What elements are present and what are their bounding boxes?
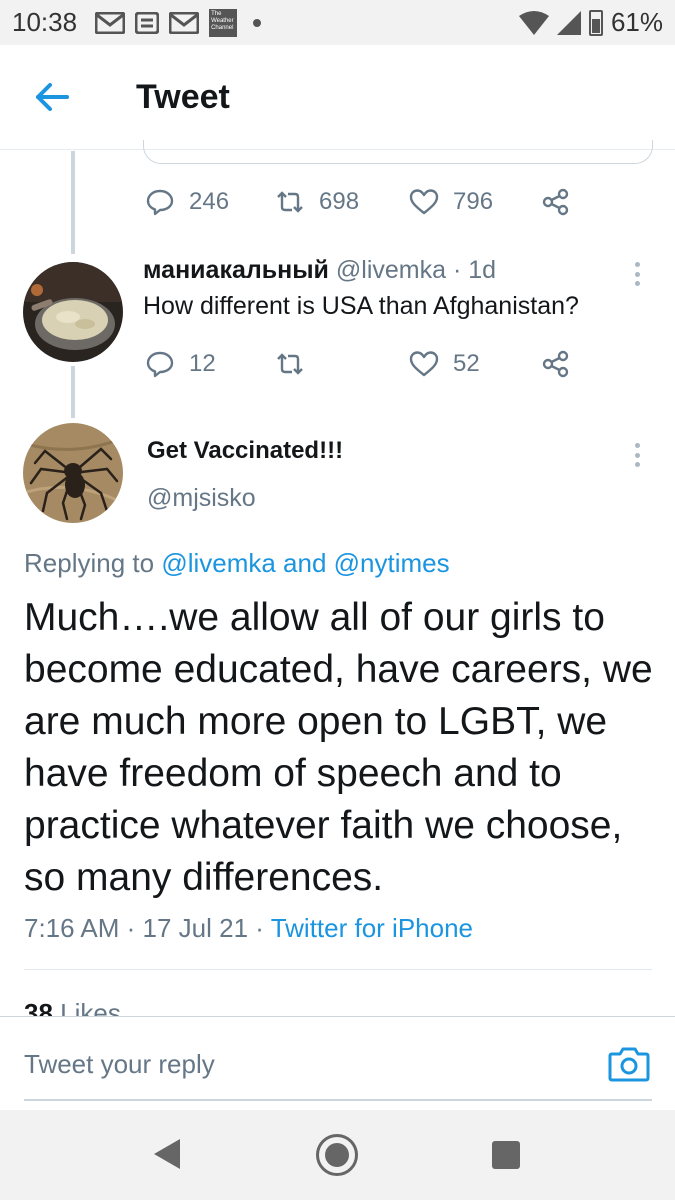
reply-action[interactable]: 12 (145, 344, 216, 384)
signal-icon (556, 10, 581, 35)
heart-icon (409, 189, 439, 215)
retweet-action[interactable] (275, 344, 305, 384)
thread-line (71, 151, 75, 254)
retweet-count: 698 (319, 188, 360, 215)
tweet-text: How different is USA than Afghanistan? (143, 292, 579, 320)
likes-summary[interactable]: 38 Likes (24, 998, 121, 1016)
gmail-icon (95, 11, 126, 34)
heart-icon (409, 351, 439, 377)
reply-icon (146, 189, 174, 216)
avatar[interactable] (23, 423, 123, 523)
spider-photo (23, 423, 123, 523)
tweet-meta: 7:16 AM · 17 Jul 21 · Twitter for iPhone (24, 913, 473, 944)
battery-icon (588, 9, 603, 36)
recents-square-icon[interactable] (492, 1141, 520, 1169)
parent-action-row: 246 698 796 (143, 182, 603, 222)
display-name[interactable]: Get Vaccinated!!! (147, 437, 343, 465)
display-name[interactable]: маниакальный (143, 256, 329, 284)
reply-icon (146, 351, 174, 378)
more-options-button[interactable] (627, 437, 647, 473)
food-pan-photo (23, 262, 123, 362)
user-handle[interactable]: @mjsisko (147, 484, 256, 513)
reply-action[interactable]: 246 (145, 182, 229, 222)
tweet-age: · 1d (452, 256, 497, 284)
back-button[interactable] (22, 67, 82, 127)
status-right: 61% (518, 0, 663, 45)
like-count: 52 (453, 350, 480, 377)
share-action[interactable] (541, 344, 571, 384)
reply-count: 246 (189, 188, 230, 215)
share-icon (542, 188, 569, 216)
tweet-date: · 17 Jul 21 · (126, 913, 264, 943)
reply-count: 12 (189, 350, 216, 377)
retweet-icon (277, 191, 303, 213)
camera-button[interactable] (608, 1045, 650, 1083)
news-icon (135, 11, 160, 34)
avatar[interactable] (23, 262, 123, 362)
notification-icons: The Weather Channel (95, 8, 262, 37)
like-action[interactable]: 52 (409, 344, 480, 384)
status-time: 10:38 (12, 7, 78, 37)
user-handle[interactable]: @livemka (336, 256, 446, 284)
retweet-action[interactable]: 698 (275, 182, 359, 222)
dot-icon (253, 18, 262, 27)
back-triangle-icon[interactable] (152, 1137, 182, 1171)
composer-underline (24, 1099, 652, 1101)
reply-header: маниакальный @livemka · 1d (143, 256, 496, 285)
share-action[interactable] (541, 182, 571, 222)
app-header: Tweet (0, 45, 675, 150)
retweet-icon (277, 353, 303, 375)
home-circle-icon[interactable] (316, 1134, 358, 1176)
more-options-button[interactable] (627, 256, 647, 292)
gmail-icon (169, 11, 200, 34)
camera-icon (608, 1047, 650, 1082)
arrow-left-icon (36, 83, 69, 111)
thread-line (71, 366, 75, 418)
reply-input[interactable]: Tweet your reply (24, 1049, 215, 1080)
likes-label: Likes (60, 998, 121, 1016)
system-nav-bar (0, 1110, 675, 1200)
likes-count: 38 (24, 998, 53, 1016)
replying-to-links[interactable]: @livemka and @nytimes (161, 548, 449, 578)
divider (24, 969, 652, 970)
battery-percent: 61% (610, 7, 663, 37)
like-count: 796 (453, 188, 494, 215)
tweet-time: 7:16 AM (24, 913, 120, 943)
reply-composer[interactable]: Tweet your reply (0, 1016, 675, 1110)
weather-channel-icon: The Weather Channel (209, 8, 238, 37)
quoted-card-stub[interactable] (143, 140, 653, 164)
page-title: Tweet (136, 77, 230, 116)
replying-to: Replying to @livemka and @nytimes (24, 548, 450, 579)
status-bar: 10:38 The Weather Channel 61% (0, 0, 675, 45)
reply-action-row: 12 52 (143, 344, 603, 384)
replying-prefix: Replying to (24, 548, 155, 578)
tweet-source-link[interactable]: Twitter for iPhone (271, 913, 473, 943)
tweet-body: Much….we allow all of our girls to becom… (24, 596, 653, 899)
share-icon (542, 350, 569, 378)
wifi-icon (518, 10, 549, 35)
like-action[interactable]: 796 (409, 182, 493, 222)
